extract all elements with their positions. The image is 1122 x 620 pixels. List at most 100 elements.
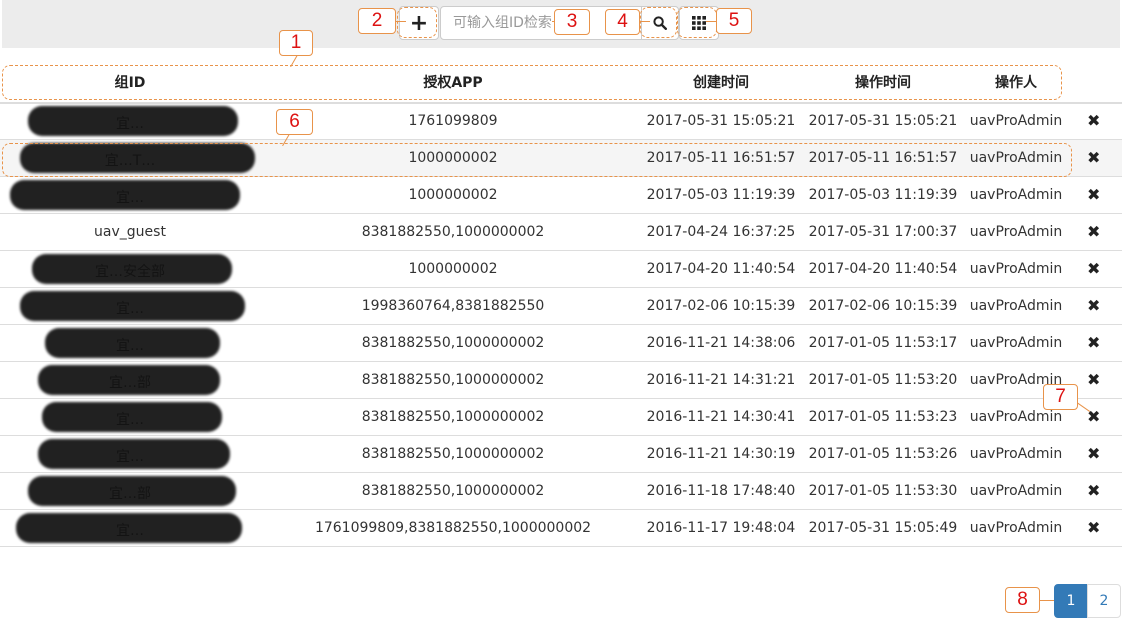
pagination-page-2[interactable]: 2	[1087, 584, 1121, 618]
cell-operator: uavProAdmin	[969, 261, 1063, 277]
cell-updated-time: 2017-05-03 11:19:39	[808, 187, 958, 203]
table-row[interactable]: uav_guest 8381882550,1000000002 2017-04-24…	[0, 214, 1122, 251]
delete-icon[interactable]: ✖	[1087, 481, 1100, 500]
cell-operator: uavProAdmin	[969, 187, 1063, 203]
cell-operator: uavProAdmin	[969, 446, 1063, 462]
search-icon	[653, 16, 667, 30]
cell-authorized-apps: 1761099809	[408, 113, 498, 129]
table-row[interactable]: 宜…8381882550,10000000022016-11-21 14:30:…	[0, 399, 1122, 436]
annotation-leader-4	[640, 21, 650, 22]
cell-created-time: 2016-11-21 14:30:19	[646, 446, 796, 462]
cell-created-time: 2017-02-06 10:15:39	[646, 298, 796, 314]
annotation-leader-5	[706, 21, 716, 22]
delete-icon[interactable]: ✖	[1087, 444, 1100, 463]
cell-operator: uavProAdmin	[969, 150, 1063, 166]
redaction-mark	[16, 513, 242, 543]
column-header-updated-time[interactable]: 操作时间	[855, 72, 911, 92]
redaction-mark	[32, 254, 232, 284]
redaction-mark	[20, 291, 245, 321]
table-row[interactable]: 宜…安全部10000000022017-04-20 11:40:542017-0…	[0, 251, 1122, 288]
delete-icon[interactable]: ✖	[1087, 185, 1100, 204]
cell-created-time: 2016-11-17 19:48:04	[646, 520, 796, 536]
table-row[interactable]: 宜…T…10000000022017-05-11 16:51:572017-05…	[0, 140, 1122, 177]
annotation-callout-5: 5	[716, 8, 752, 34]
table-row[interactable]: 宜…部8381882550,10000000022016-11-21 14:31…	[0, 362, 1122, 399]
cell-updated-time: 2017-04-20 11:40:54	[808, 261, 958, 277]
cell-operator: uavProAdmin	[969, 483, 1063, 499]
column-header-operator[interactable]: 操作人	[995, 72, 1037, 92]
column-header-created-time[interactable]: 创建时间	[693, 72, 749, 92]
cell-authorized-apps: 8381882550,1000000002	[361, 224, 545, 240]
table-row[interactable]: 宜…1761099809,8381882550,10000000022016-1…	[0, 510, 1122, 547]
cell-authorized-apps: 8381882550,1000000002	[361, 446, 545, 462]
cell-operator: uavProAdmin	[969, 409, 1063, 425]
delete-icon[interactable]: ✖	[1087, 111, 1100, 130]
annotation-callout-8: 8	[1005, 587, 1040, 613]
cell-authorized-apps: 8381882550,1000000002	[361, 372, 545, 388]
table-header: 组ID 授权APP 创建时间 操作时间 操作人	[0, 48, 1122, 104]
cell-created-time: 2017-05-31 15:05:21	[646, 113, 796, 129]
table-row[interactable]: 宜…1998360764,83818825502017-02-06 10:15:…	[0, 288, 1122, 325]
cell-created-time: 2017-04-24 16:37:25	[646, 224, 796, 240]
column-header-group-id[interactable]: 组ID	[115, 72, 146, 92]
redaction-mark	[45, 328, 220, 358]
annotation-callout-6: 6	[276, 109, 313, 135]
annotation-callout-4: 4	[605, 9, 640, 35]
cell-updated-time: 2017-05-11 16:51:57	[808, 150, 958, 166]
delete-icon[interactable]: ✖	[1087, 222, 1100, 241]
annotation-callout-2: 2	[358, 8, 396, 34]
cell-authorized-apps: 1000000002	[408, 187, 498, 203]
cell-operator: uavProAdmin	[969, 298, 1063, 314]
cell-updated-time: 2017-05-31 17:00:37	[808, 224, 958, 240]
annotation-leader-2	[396, 21, 406, 22]
annotation-callout-1: 1	[279, 30, 313, 56]
cell-updated-time: 2017-05-31 15:05:21	[808, 113, 958, 129]
search-button[interactable]	[641, 6, 679, 40]
cell-operator: uavProAdmin	[969, 520, 1063, 536]
cell-group-id: uav_guest	[94, 224, 166, 240]
redaction-mark	[28, 476, 236, 506]
cell-authorized-apps: 1000000002	[408, 150, 498, 166]
pagination-page-1[interactable]: 1	[1054, 584, 1088, 618]
redaction-mark	[28, 106, 238, 136]
add-button[interactable]: +	[399, 6, 439, 40]
table-body: 宜…17610998092017-05-31 15:05:212017-05-3…	[0, 103, 1122, 547]
cell-updated-time: 2017-01-05 11:53:17	[808, 335, 958, 351]
redaction-mark	[38, 365, 220, 395]
delete-icon[interactable]: ✖	[1087, 370, 1100, 389]
redaction-mark	[38, 439, 230, 469]
table-row[interactable]: 宜…8381882550,10000000022016-11-21 14:38:…	[0, 325, 1122, 362]
view-toggle-button[interactable]	[679, 6, 719, 40]
redaction-mark	[10, 180, 240, 210]
cell-updated-time: 2017-05-31 15:05:49	[808, 520, 958, 536]
annotation-callout-7: 7	[1043, 384, 1078, 410]
cell-created-time: 2017-04-20 11:40:54	[646, 261, 796, 277]
delete-icon[interactable]: ✖	[1087, 333, 1100, 352]
table-row[interactable]: 宜…10000000022017-05-03 11:19:392017-05-0…	[0, 177, 1122, 214]
cell-created-time: 2016-11-21 14:31:21	[646, 372, 796, 388]
cell-authorized-apps: 8381882550,1000000002	[361, 335, 545, 351]
table-row[interactable]: 宜…部8381882550,10000000022016-11-18 17:48…	[0, 473, 1122, 510]
cell-created-time: 2016-11-18 17:48:40	[646, 483, 796, 499]
cell-authorized-apps: 1761099809,8381882550,1000000002	[314, 520, 592, 536]
cell-updated-time: 2017-01-05 11:53:23	[808, 409, 958, 425]
delete-icon[interactable]: ✖	[1087, 259, 1100, 278]
annotation-callout-3: 3	[554, 9, 590, 35]
delete-icon[interactable]: ✖	[1087, 518, 1100, 537]
cell-created-time: 2017-05-11 16:51:57	[646, 150, 796, 166]
delete-icon[interactable]: ✖	[1087, 296, 1100, 315]
cell-operator: uavProAdmin	[969, 335, 1063, 351]
cell-updated-time: 2017-01-05 11:53:26	[808, 446, 958, 462]
redaction-mark	[42, 402, 222, 432]
cell-authorized-apps: 1998360764,8381882550	[361, 298, 545, 314]
cell-created-time: 2016-11-21 14:38:06	[646, 335, 796, 351]
annotation-leader-8	[1040, 600, 1054, 601]
cell-authorized-apps: 8381882550,1000000002	[361, 483, 545, 499]
table-row[interactable]: 宜…17610998092017-05-31 15:05:212017-05-3…	[0, 103, 1122, 140]
cell-updated-time: 2017-01-05 11:53:20	[808, 372, 958, 388]
column-header-authorized-app[interactable]: 授权APP	[423, 72, 482, 92]
delete-icon[interactable]: ✖	[1087, 148, 1100, 167]
cell-created-time: 2016-11-21 14:30:41	[646, 409, 796, 425]
cell-updated-time: 2017-01-05 11:53:30	[808, 483, 958, 499]
table-row[interactable]: 宜…8381882550,10000000022016-11-21 14:30:…	[0, 436, 1122, 473]
